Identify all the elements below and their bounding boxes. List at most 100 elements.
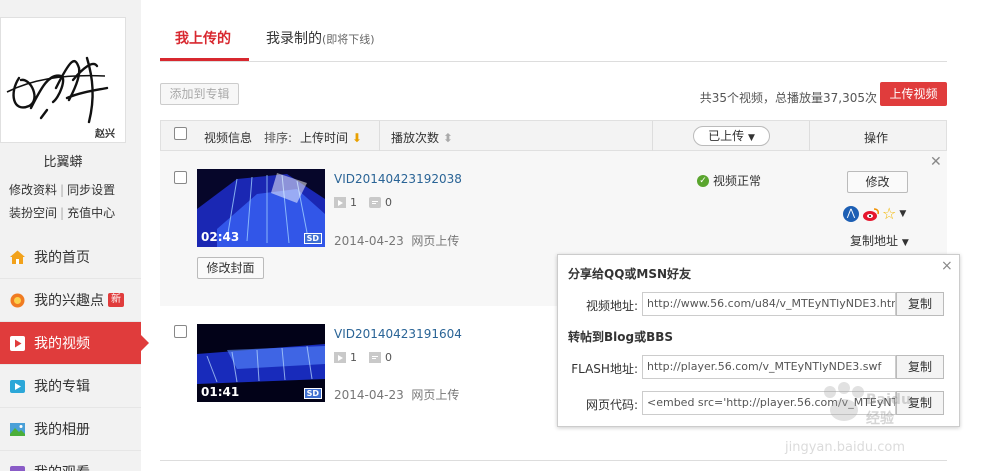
share-icons: ⋀ ☆ ▼	[843, 204, 906, 223]
play-count-icon	[334, 197, 346, 208]
user-links-row1: 修改资料 | 同步设置	[9, 183, 116, 197]
interest-icon	[9, 292, 26, 309]
user-name[interactable]: 比翼蟒	[0, 151, 126, 170]
sidebar-item-home[interactable]: 我的首页	[0, 236, 141, 279]
watch-icon	[9, 464, 26, 471]
col-video-info: 视频信息	[204, 131, 253, 145]
upload-date-value: 2014-04-23	[334, 388, 404, 402]
check-icon: ✓	[697, 174, 709, 187]
sidebar-item-interest[interactable]: 我的兴趣点 新	[0, 279, 141, 322]
flash-url-label: FLASH地址:	[571, 362, 638, 376]
sort-label: 排序:	[264, 131, 293, 145]
comment-icon	[369, 352, 381, 363]
sort-play-count[interactable]: 播放次数 ⬍	[391, 129, 453, 146]
watermark-url: jingyan.baidu.com	[785, 440, 905, 455]
divider	[652, 121, 653, 152]
video-stats: 1 0	[334, 196, 392, 209]
sidebar-item-watch[interactable]: 我的观看	[0, 451, 141, 471]
weibo-icon[interactable]	[862, 206, 880, 222]
comment-icon	[369, 197, 381, 208]
edit-button[interactable]: 修改	[847, 171, 908, 193]
video-tabs: 我上传的 我录制的(即将下线)	[160, 0, 947, 62]
copy-video-url-button[interactable]: 复制	[896, 292, 944, 316]
play-count-icon	[334, 352, 346, 363]
chevron-down-icon[interactable]: ▼	[899, 209, 906, 219]
video-duration: 02:43	[201, 230, 240, 244]
video-title-link[interactable]: VID20140423191604	[334, 327, 462, 341]
video-status-label: 视频正常	[713, 174, 762, 188]
tab-uploaded[interactable]: 我上传的	[175, 28, 231, 48]
sync-settings-link[interactable]: 同步设置	[67, 183, 115, 197]
row-checkbox[interactable]	[174, 325, 187, 338]
chevron-down-icon: ▼	[901, 238, 909, 248]
sort-upload-time-label: 上传时间	[300, 131, 349, 145]
user-links-row2: 装扮空间 | 充值中心	[9, 206, 116, 220]
sort-upload-time[interactable]: 上传时间 ⬇	[300, 129, 362, 146]
album-icon	[9, 378, 26, 395]
baidu-watermark: Baidu 经验 jingyan.baidu.com	[770, 380, 920, 465]
sidebar-item-label: 我的兴趣点	[34, 293, 104, 309]
table-header: 视频信息 排序: 上传时间 ⬇ 播放次数 ⬍ 已上传 ▼ 操作	[160, 120, 947, 152]
row-checkbox[interactable]	[174, 171, 187, 184]
sort-arrow-icon: ⬇	[351, 131, 362, 145]
edit-profile-link[interactable]: 修改资料	[9, 183, 57, 197]
status-filter-label: 已上传	[708, 129, 745, 143]
copy-address-dropdown[interactable]: 复制地址 ▼	[850, 232, 909, 249]
recharge-center-link[interactable]: 充值中心	[67, 206, 115, 220]
video-thumbnail[interactable]: 02:43 SD	[197, 169, 325, 247]
upload-source: 网页上传	[411, 388, 460, 402]
tab-recorded-note: (即将下线)	[322, 33, 375, 46]
popup-close-icon[interactable]: ×	[941, 258, 953, 274]
decorate-space-link[interactable]: 装扮空间	[9, 206, 57, 220]
comment-count: 0	[385, 196, 392, 209]
video-stats: 1 0	[334, 351, 392, 364]
tab-recorded[interactable]: 我录制的(即将下线)	[266, 28, 375, 48]
copy-address-label: 复制地址	[850, 234, 899, 248]
video-title-link[interactable]: VID20140423192038	[334, 172, 462, 186]
chevron-down-icon: ▼	[747, 133, 755, 143]
upload-date: 2014-04-23 网页上传	[334, 232, 459, 249]
select-all-checkbox[interactable]	[174, 127, 187, 140]
sort-play-count-label: 播放次数	[391, 131, 440, 145]
sort-arrow-icon: ⬍	[442, 131, 453, 145]
flash-url-field[interactable]: http://player.56.com/v_MTEyNTlyNDE3.swf	[642, 355, 896, 379]
video-status: ✓ 视频正常	[697, 172, 761, 189]
renren-icon[interactable]: ⋀	[843, 205, 859, 222]
sidebar-item-albums[interactable]: 我的专辑	[0, 365, 141, 408]
avatar-caption: 赵兴	[95, 129, 115, 140]
sidebar-item-videos[interactable]: 我的视频	[0, 322, 149, 365]
home-icon	[9, 249, 26, 266]
video-thumbnail[interactable]: 01:41 SD	[197, 324, 325, 402]
comment-count: 0	[385, 351, 392, 364]
watermark-text: Baidu 经验	[866, 392, 911, 427]
sidebar-nav: 我的首页 我的兴趣点 新 我的视频 我的专辑 我的相册	[0, 236, 149, 471]
video-url-field[interactable]: http://www.56.com/u84/v_MTEyNTlyNDE3.htm…	[642, 292, 896, 316]
upload-video-button[interactable]: 上传视频	[880, 82, 947, 106]
upload-date-value: 2014-04-23	[334, 234, 404, 248]
repost-heading: 转帖到Blog或BBS	[568, 330, 674, 344]
edit-cover-button[interactable]: 修改封面	[197, 257, 264, 279]
upload-date: 2014-04-23 网页上传	[334, 386, 459, 403]
video-url-label: 视频地址:	[585, 299, 638, 313]
sidebar-item-photos[interactable]: 我的相册	[0, 408, 141, 451]
favorite-star-icon[interactable]: ☆	[882, 204, 896, 223]
video-icon	[9, 335, 26, 352]
video-duration: 01:41	[201, 385, 240, 399]
video-summary: 共35个视频，总播放量37,305次	[699, 91, 877, 105]
close-icon[interactable]: ✕	[930, 154, 942, 170]
tab-recorded-label: 我录制的	[266, 31, 322, 47]
sidebar-item-label: 我的视频	[34, 336, 90, 352]
divider	[379, 121, 380, 152]
copy-flash-url-button[interactable]: 复制	[896, 355, 944, 379]
sidebar-item-label: 我的首页	[34, 250, 90, 266]
status-filter-dropdown[interactable]: 已上传 ▼	[693, 126, 770, 146]
quality-badge: SD	[303, 233, 322, 244]
add-to-album-button[interactable]: 添加到专辑	[160, 83, 239, 105]
embed-code-label: 网页代码:	[585, 398, 638, 412]
sidebar: 赵兴 比翼蟒 修改资料 | 同步设置 装扮空间 | 充值中心 我的首页 我的兴趣点 新 …	[0, 0, 149, 471]
new-badge: 新	[108, 293, 124, 307]
col-actions: 操作	[864, 131, 889, 145]
avatar[interactable]: 赵兴	[0, 17, 126, 143]
play-count: 1	[350, 196, 357, 209]
quality-badge: SD	[303, 388, 322, 399]
